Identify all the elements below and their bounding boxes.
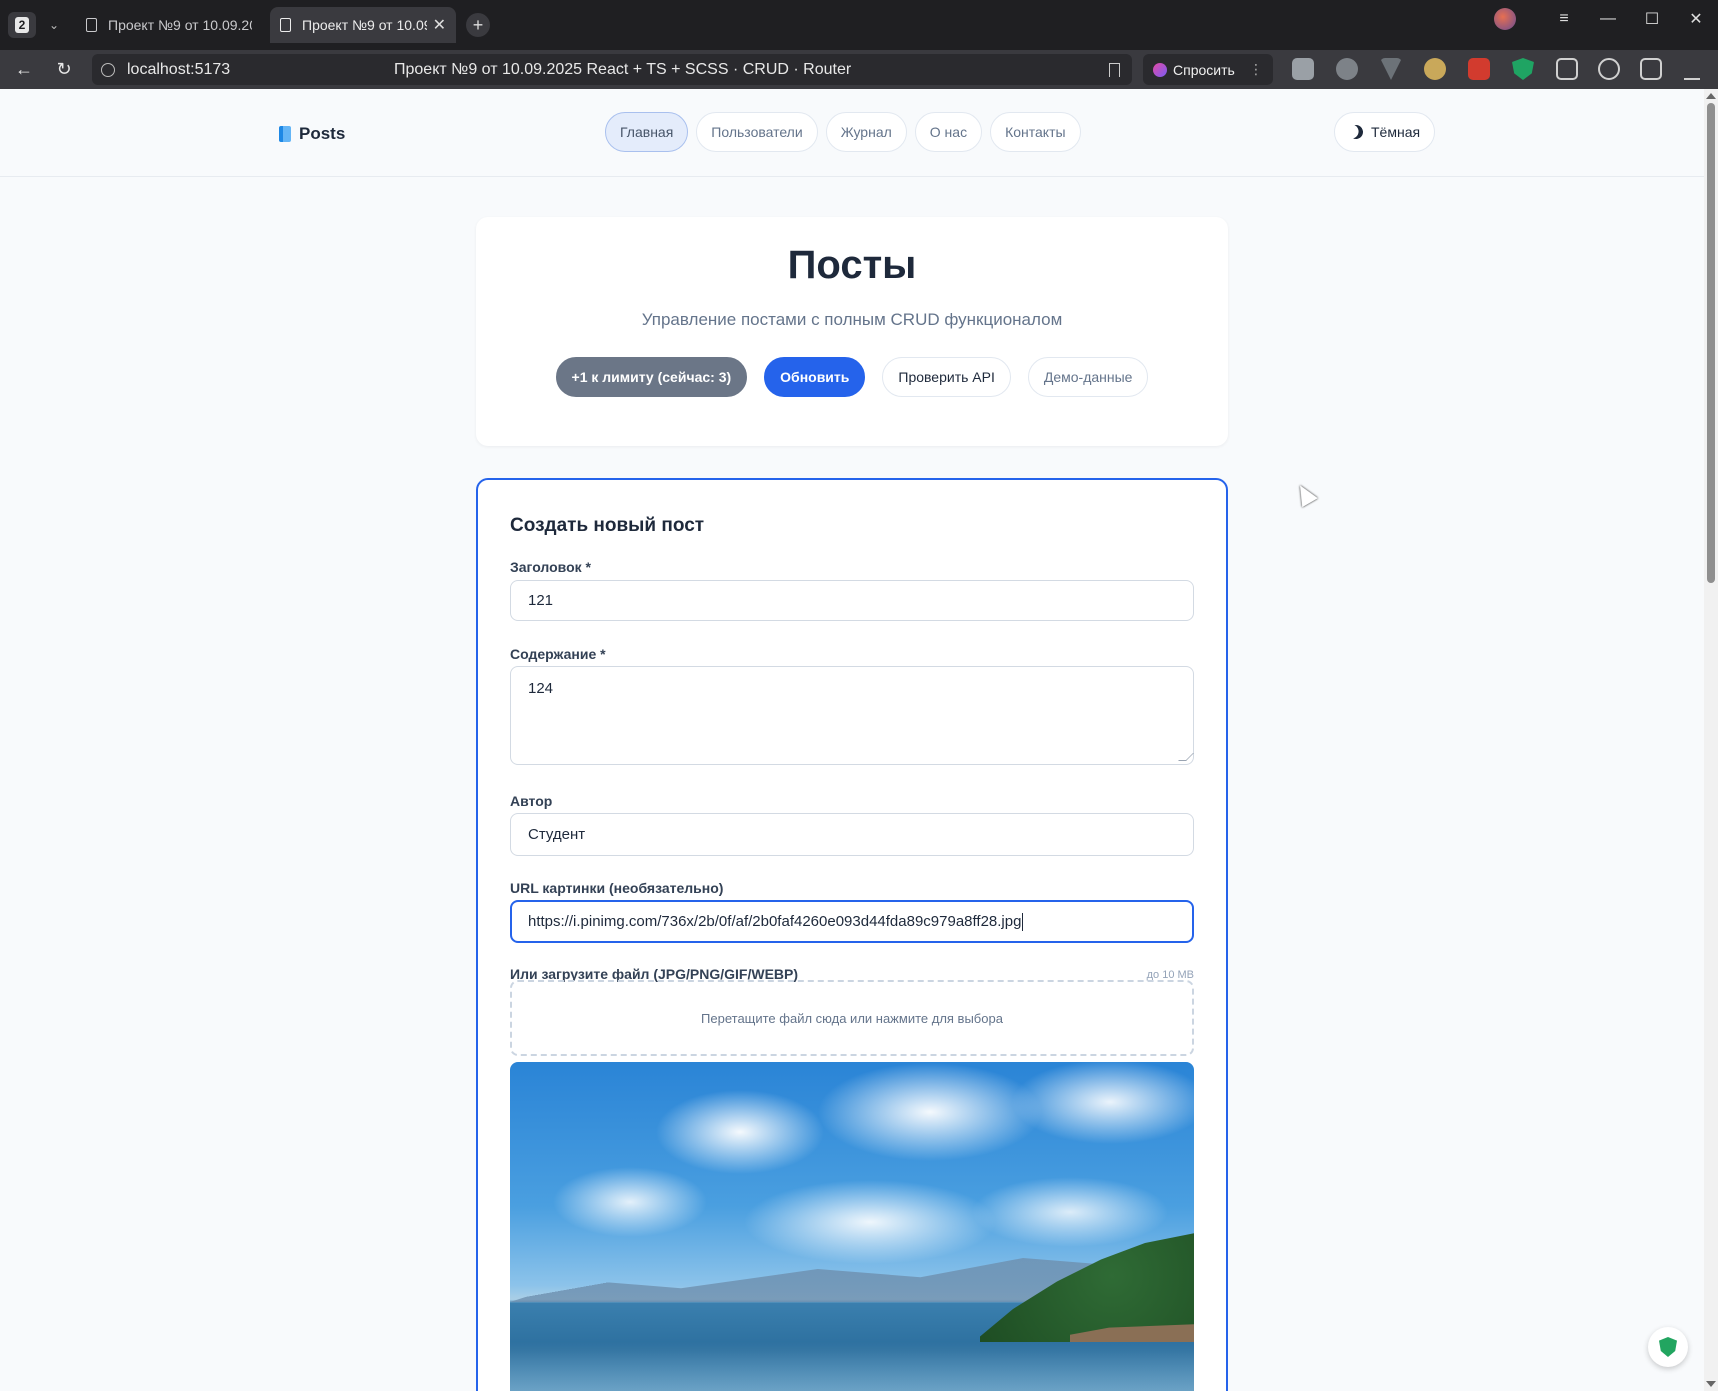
new-tab-button[interactable]: + [466, 13, 490, 37]
download-icon[interactable] [1684, 58, 1700, 80]
nav-journal[interactable]: Журнал [825, 112, 907, 152]
ask-label: Спросить [1173, 61, 1235, 78]
create-post-form: Создать новый пост Заголовок * 121 Содер… [476, 478, 1228, 1391]
page: Posts Главная Пользователи Журнал О нас … [0, 89, 1704, 1391]
browser-tab-2[interactable]: Проект №9 от 10.09.2025 ✕ [270, 7, 456, 43]
extension-hex-icon[interactable] [1336, 58, 1358, 80]
minimize-icon[interactable]: — [1586, 10, 1630, 28]
extension-coin-icon[interactable] [1424, 58, 1446, 80]
nav-about[interactable]: О нас [914, 112, 983, 152]
scroll-up-icon[interactable] [1706, 93, 1716, 99]
close-window-icon[interactable]: ✕ [1674, 9, 1718, 29]
back-icon[interactable]: ← [8, 59, 40, 80]
extension-red-icon[interactable] [1468, 58, 1490, 80]
more-icon[interactable]: ⋮ [1249, 61, 1263, 78]
preview-water [510, 1342, 1194, 1391]
image-url-label: URL картинки (необязательно) [510, 880, 724, 896]
scroll-down-icon[interactable] [1706, 1381, 1716, 1387]
image-url-input[interactable]: https://i.pinimg.com/736x/2b/0f/af/2b0fa… [510, 900, 1194, 943]
shield-icon [1659, 1337, 1677, 1357]
assistant-icon [1153, 62, 1167, 77]
posts-hero: Посты Управление постами с полным CRUD ф… [476, 217, 1228, 446]
moon-icon [1347, 123, 1365, 141]
author-label: Автор [510, 793, 553, 809]
document-icon [86, 18, 97, 32]
title-value: 121 [528, 592, 554, 609]
sidebar-icon[interactable] [1640, 58, 1662, 80]
browser-addressbar: ← ↻ localhost:5173 Проект №9 от 10.09.20… [0, 50, 1718, 89]
menu-icon[interactable]: ≡ [1542, 10, 1586, 28]
document-icon [280, 18, 291, 32]
ask-button[interactable]: Спросить ⋮ [1143, 54, 1273, 85]
url-host: localhost:5173 [127, 60, 231, 78]
scrollbar-thumb[interactable] [1707, 103, 1715, 583]
content-textarea[interactable]: 124 [510, 666, 1194, 765]
globe-icon [101, 62, 115, 77]
content-label: Содержание * [510, 646, 606, 662]
dropzone-text: Перетащите файл сюда или нажмите для выб… [701, 1010, 1003, 1026]
check-api-button[interactable]: Проверить API [882, 357, 1011, 397]
book-icon [279, 126, 291, 142]
browser-tab-1[interactable]: Проект №9 от 10.09.2025 [76, 7, 262, 43]
theme-label: Тёмная [1371, 124, 1421, 140]
bookmark-icon[interactable] [1109, 62, 1120, 77]
site-header: Posts Главная Пользователи Журнал О нас … [0, 89, 1704, 177]
plus-icon: + [472, 14, 484, 35]
window-controls: ≡ — ☐ ✕ [1494, 0, 1718, 38]
theme-toggle-button[interactable]: Тёмная [1334, 112, 1436, 152]
tab-list-dropdown-icon[interactable]: ⌄ [40, 12, 68, 38]
page-scrollbar[interactable] [1704, 89, 1718, 1391]
hero-actions: +1 к лимиту (сейчас: 3) Обновить Провери… [476, 357, 1228, 397]
url-field[interactable]: localhost:5173 Проект №9 от 10.09.2025 R… [92, 54, 1132, 85]
brand-name: Posts [299, 124, 346, 143]
page-title: Посты [787, 243, 917, 287]
nav-users[interactable]: Пользователи [696, 112, 818, 152]
maximize-icon[interactable]: ☐ [1630, 9, 1674, 29]
title-label: Заголовок * [510, 559, 591, 575]
author-input[interactable]: Студент [510, 813, 1194, 856]
image-url-value: https://i.pinimg.com/736x/2b/0f/af/2b0fa… [528, 913, 1022, 930]
reload-icon[interactable]: ↻ [48, 59, 80, 80]
browser-tabbar: 2 ⌄ Проект №9 от 10.09.2025 Проект №9 от… [0, 0, 1718, 50]
media-icon[interactable] [1598, 58, 1620, 80]
brand-logo[interactable]: Posts [279, 124, 345, 144]
close-icon[interactable]: ✕ [433, 15, 446, 35]
tab-title: Проект №9 от 10.09.2025 [302, 17, 427, 33]
resize-handle[interactable] [1178, 753, 1194, 761]
profile-avatar[interactable] [1494, 8, 1516, 30]
security-badge[interactable] [1648, 1327, 1688, 1367]
text-caret [1022, 912, 1024, 931]
file-dropzone[interactable]: Перетащите файл сюда или нажмите для выб… [510, 980, 1194, 1056]
extension-shield-icon[interactable] [1292, 58, 1314, 80]
tab-count: 2 [14, 17, 30, 33]
content-value: 124 [528, 680, 554, 697]
extension-v-icon[interactable] [1380, 58, 1402, 80]
author-value: Студент [528, 826, 586, 843]
title-input[interactable]: 121 [510, 580, 1194, 621]
nav-contacts[interactable]: Контакты [990, 112, 1081, 152]
form-heading: Создать новый пост [510, 515, 705, 536]
main-nav: Главная Пользователи Журнал О нас Контак… [605, 112, 1081, 152]
image-preview [510, 1062, 1194, 1391]
page-subtitle: Управление постами с полным CRUD функцио… [641, 310, 1063, 329]
tab-title: Проект №9 от 10.09.2025 [108, 17, 252, 33]
extension-green-shield-icon[interactable] [1512, 58, 1534, 80]
extensions-puzzle-icon[interactable] [1556, 58, 1578, 80]
tab-count-button[interactable]: 2 [8, 12, 36, 38]
refresh-button[interactable]: Обновить [764, 357, 866, 397]
increase-limit-button[interactable]: +1 к лимиту (сейчас: 3) [555, 357, 748, 397]
page-title-in-address: Проект №9 от 10.09.2025 React + TS + SCS… [394, 60, 852, 78]
nav-home[interactable]: Главная [605, 112, 689, 152]
demo-data-button[interactable]: Демо-данные [1027, 357, 1149, 397]
